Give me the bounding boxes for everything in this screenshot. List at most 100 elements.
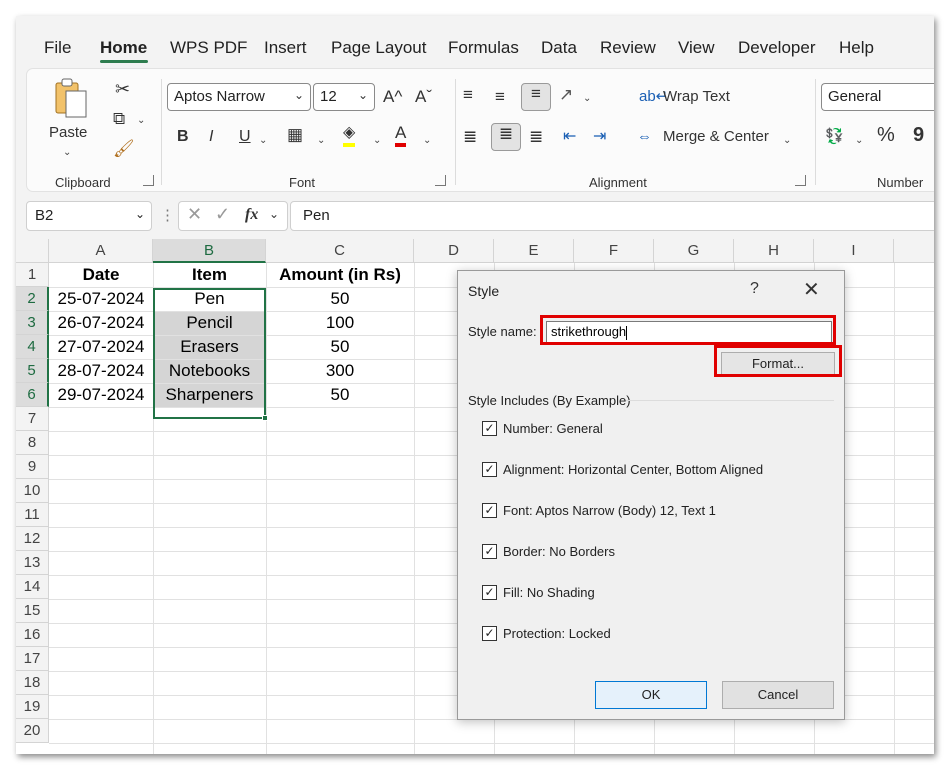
- column-header-a[interactable]: A: [49, 239, 153, 263]
- tab-review[interactable]: Review: [600, 38, 656, 58]
- column-header-f[interactable]: F: [574, 239, 654, 263]
- row-header[interactable]: 11: [16, 503, 49, 527]
- row-header[interactable]: 8: [16, 431, 49, 455]
- merge-center-button[interactable]: Merge & Center: [663, 127, 769, 147]
- font-color-dropdown-icon[interactable]: ⌄: [423, 131, 431, 151]
- accounting-dropdown-icon[interactable]: ⌄: [855, 131, 863, 151]
- font-launcher-icon[interactable]: [435, 175, 446, 186]
- row-header[interactable]: 6: [16, 383, 49, 407]
- cancel-icon[interactable]: ✕: [187, 204, 202, 225]
- checkbox[interactable]: ✓: [482, 421, 497, 436]
- row-header[interactable]: 7: [16, 407, 49, 431]
- column-header-g[interactable]: G: [654, 239, 734, 263]
- tab-file[interactable]: File: [44, 38, 71, 58]
- align-left-icon[interactable]: ≣: [463, 127, 477, 147]
- checkbox[interactable]: ✓: [482, 462, 497, 477]
- fill-color-dropdown-icon[interactable]: ⌄: [373, 131, 381, 151]
- paste-icon[interactable]: [51, 77, 91, 118]
- cell-b1[interactable]: Item: [153, 263, 266, 287]
- cell-c4[interactable]: 50: [266, 335, 414, 359]
- font-size-select[interactable]: 12 ⌄: [313, 83, 375, 111]
- cell-a2[interactable]: 25-07-2024: [49, 287, 153, 311]
- underline-dropdown-icon[interactable]: ⌄: [259, 131, 267, 151]
- tab-formulas[interactable]: Formulas: [448, 38, 519, 58]
- row-header[interactable]: 17: [16, 647, 49, 671]
- percent-style-button[interactable]: %: [877, 125, 895, 145]
- orientation-dropdown-icon[interactable]: ⌄: [583, 89, 591, 109]
- cell-c2[interactable]: 50: [266, 287, 414, 311]
- underline-button[interactable]: U: [239, 127, 251, 147]
- cell-a6[interactable]: 29-07-2024: [49, 383, 153, 407]
- cell-c5[interactable]: 300: [266, 359, 414, 383]
- tab-help[interactable]: Help: [839, 38, 874, 58]
- orientation-icon[interactable]: ↗: [559, 85, 573, 105]
- cut-icon[interactable]: ✂: [115, 79, 130, 99]
- align-top-icon[interactable]: ≡: [463, 85, 473, 105]
- row-header[interactable]: 15: [16, 599, 49, 623]
- borders-icon[interactable]: ▦: [287, 125, 303, 145]
- decrease-indent-icon[interactable]: ⇤: [563, 127, 576, 147]
- row-header[interactable]: 4: [16, 335, 49, 359]
- copy-icon[interactable]: ⧉: [113, 109, 125, 129]
- checkbox[interactable]: ✓: [482, 544, 497, 559]
- row-header[interactable]: 12: [16, 527, 49, 551]
- tab-view[interactable]: View: [678, 38, 715, 58]
- row-header[interactable]: 19: [16, 695, 49, 719]
- fill-handle[interactable]: [262, 415, 268, 421]
- align-middle-icon[interactable]: ≡: [495, 87, 505, 107]
- cancel-button[interactable]: Cancel: [722, 681, 834, 709]
- increase-indent-icon[interactable]: ⇥: [593, 127, 606, 147]
- cell-c3[interactable]: 100: [266, 311, 414, 335]
- font-color-icon[interactable]: A: [395, 123, 407, 147]
- tab-page-layout[interactable]: Page Layout: [331, 38, 426, 58]
- chevron-down-icon[interactable]: ⌄: [269, 207, 279, 221]
- close-button[interactable]: ✕: [803, 277, 820, 302]
- checkbox[interactable]: ✓: [482, 585, 497, 600]
- formula-input[interactable]: Pen: [290, 201, 934, 231]
- cell-a3[interactable]: 26-07-2024: [49, 311, 153, 335]
- align-bottom-icon[interactable]: ≡: [521, 83, 551, 111]
- cell-c1[interactable]: Amount (in Rs): [266, 263, 414, 287]
- tab-developer[interactable]: Developer: [738, 38, 816, 58]
- row-header[interactable]: 18: [16, 671, 49, 695]
- number-format-select[interactable]: General: [821, 83, 934, 111]
- cell-a5[interactable]: 28-07-2024: [49, 359, 153, 383]
- column-header-c[interactable]: C: [266, 239, 414, 263]
- help-button[interactable]: ?: [750, 280, 759, 298]
- row-header[interactable]: 14: [16, 575, 49, 599]
- ok-button[interactable]: OK: [595, 681, 707, 709]
- alignment-launcher-icon[interactable]: [795, 175, 806, 186]
- align-center-icon[interactable]: ≣: [491, 123, 521, 151]
- decrease-font-icon[interactable]: Aˇ: [415, 87, 432, 107]
- cell-a1[interactable]: Date: [49, 263, 153, 287]
- row-header[interactable]: 13: [16, 551, 49, 575]
- tab-insert[interactable]: Insert: [264, 38, 307, 58]
- row-header[interactable]: 5: [16, 359, 49, 383]
- enter-icon[interactable]: ✓: [215, 204, 230, 225]
- row-header[interactable]: 1: [16, 263, 49, 287]
- bold-button[interactable]: B: [177, 127, 189, 147]
- italic-button[interactable]: I: [209, 127, 213, 147]
- copy-dropdown-icon[interactable]: ⌄: [137, 111, 145, 131]
- name-box[interactable]: B2 ⌄: [26, 201, 152, 231]
- increase-font-icon[interactable]: A^: [383, 87, 402, 107]
- cell-a4[interactable]: 27-07-2024: [49, 335, 153, 359]
- format-painter-icon[interactable]: 🖌: [113, 139, 135, 159]
- merge-dropdown-icon[interactable]: ⌄: [783, 131, 791, 151]
- accounting-format-icon[interactable]: 💱: [825, 127, 844, 147]
- row-header[interactable]: 2: [16, 287, 49, 311]
- font-name-select[interactable]: Aptos Narrow ⌄: [167, 83, 311, 111]
- column-header-i[interactable]: I: [814, 239, 894, 263]
- column-header-e[interactable]: E: [494, 239, 574, 263]
- comma-style-button[interactable]: 9: [913, 125, 924, 145]
- row-header[interactable]: 10: [16, 479, 49, 503]
- checkbox[interactable]: ✓: [482, 626, 497, 641]
- select-all-corner[interactable]: [16, 239, 49, 263]
- borders-dropdown-icon[interactable]: ⌄: [317, 131, 325, 151]
- paste-label[interactable]: Paste: [49, 123, 87, 143]
- cell-c6[interactable]: 50: [266, 383, 414, 407]
- row-header[interactable]: 3: [16, 311, 49, 335]
- fill-color-icon[interactable]: ◈: [343, 123, 356, 147]
- clipboard-launcher-icon[interactable]: [143, 175, 154, 186]
- tab-home[interactable]: Home: [100, 38, 147, 58]
